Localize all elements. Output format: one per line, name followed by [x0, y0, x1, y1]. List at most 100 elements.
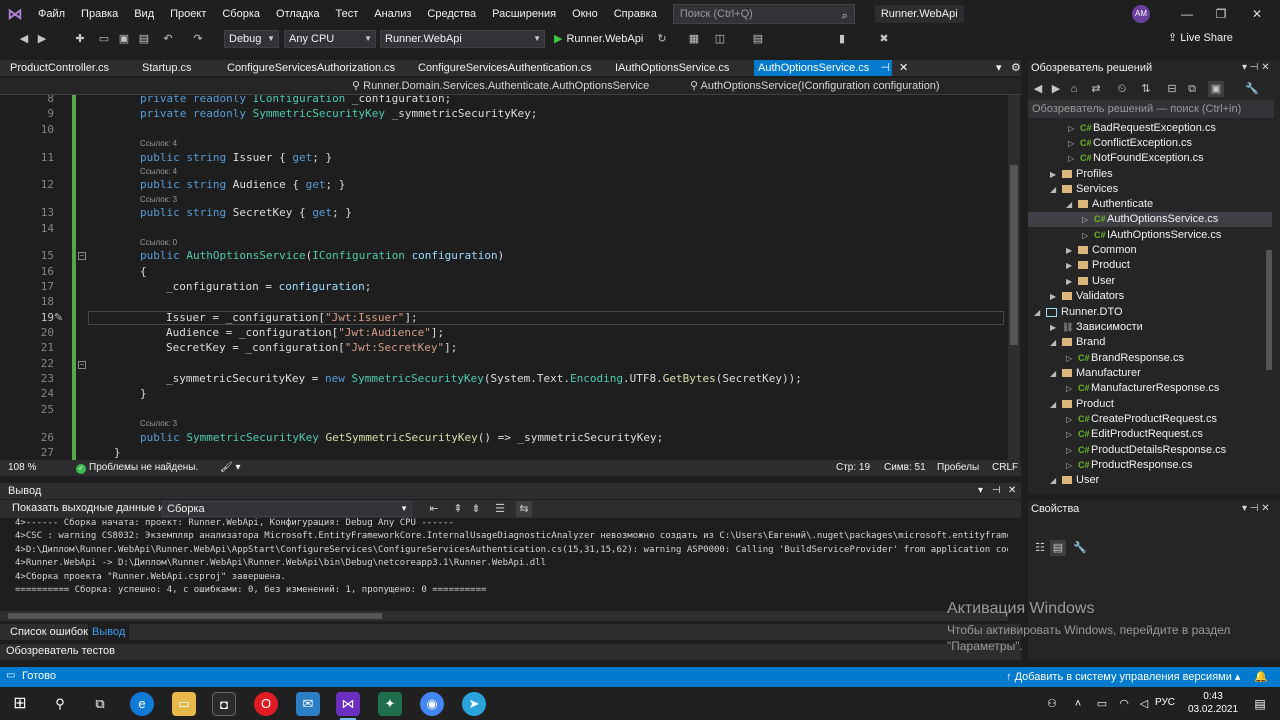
home-icon[interactable]: ⌂ [1066, 81, 1082, 97]
expand-icon[interactable]: ▶ [1066, 258, 1078, 273]
expand-icon[interactable]: ▷ [1068, 136, 1080, 151]
avatar[interactable]: AM [1132, 5, 1150, 23]
expand-icon[interactable]: ▶ [1050, 167, 1062, 182]
tree-item[interactable]: ◢ Brand [1050, 335, 1105, 350]
menu-debug[interactable]: Отладка [268, 0, 327, 28]
edge-icon[interactable]: e [130, 692, 154, 716]
tree-item[interactable]: ◢ Manufacturer [1050, 366, 1141, 381]
previous-message-icon[interactable]: ⇞ [450, 501, 466, 517]
output-scrollbar[interactable] [0, 611, 1008, 621]
codelens-references[interactable]: Ссылок: 4 [140, 167, 177, 176]
notifications-icon[interactable]: 🔔 [1254, 670, 1268, 683]
search-input[interactable]: Поиск (Ctrl+Q) ⌕ [672, 4, 855, 24]
forward-icon[interactable]: ▶ [34, 31, 50, 47]
close-tab-icon[interactable]: ✕ [899, 62, 908, 74]
collapse-icon[interactable]: ◢ [1034, 305, 1046, 320]
app-icon[interactable]: ✦ [378, 692, 402, 716]
platform-select[interactable]: Any CPU ▼ [284, 30, 376, 48]
tree-item[interactable]: ▷ C#BrandResponse.cs [1066, 351, 1184, 366]
expand-icon[interactable]: ▷ [1068, 121, 1080, 136]
collapse-icon[interactable]: ◢ [1066, 197, 1078, 212]
chrome-icon[interactable]: ◉ [420, 692, 444, 716]
member-navigator[interactable]: ⚲ AuthOptionsService(IConfiguration conf… [690, 79, 940, 94]
tab-iauth-options-service[interactable]: IAuthOptionsService.cs [615, 60, 729, 76]
menu-help[interactable]: Справка [606, 0, 665, 28]
quick-action-icon[interactable]: ✎ [54, 311, 63, 324]
preview-icon[interactable]: ▣ [1208, 81, 1224, 97]
editor-scrollbar[interactable] [1008, 95, 1020, 460]
back-icon[interactable]: ◀ [16, 31, 32, 47]
codelens-references[interactable]: Ссылок: 3 [140, 419, 177, 428]
tree-item[interactable]: ▷ C#BadRequestException.cs [1068, 121, 1216, 136]
tab-startup[interactable]: Startup.cs [142, 60, 192, 76]
tree-item[interactable]: ▷ C#ProductDetailsResponse.cs [1066, 443, 1226, 458]
line-ending-indicator[interactable]: CRLF [992, 461, 1018, 475]
menu-extensions[interactable]: Расширения [484, 0, 564, 28]
tab-output[interactable]: Вывод [88, 624, 130, 640]
property-pages-icon[interactable]: 🔧 [1072, 540, 1088, 556]
menu-project[interactable]: Проект [162, 0, 214, 28]
brush-icon[interactable]: 🖌 ▾ [220, 461, 241, 475]
screenshot-icon[interactable]: ◫ [712, 31, 728, 47]
tree-item[interactable]: ▶ Common [1066, 243, 1137, 258]
network-icon[interactable]: ▭ [1090, 692, 1114, 716]
redo-icon[interactable]: ↷ [190, 31, 206, 47]
menu-window[interactable]: Окно [564, 0, 606, 28]
show-all-files-icon[interactable]: ⧉ [1184, 81, 1200, 97]
menu-view[interactable]: Вид [126, 0, 162, 28]
tree-item[interactable]: ▷ C#NotFoundException.cs [1068, 151, 1204, 166]
tree-item[interactable]: ◢ Authenticate [1066, 197, 1153, 212]
save-icon[interactable]: ▣ [116, 31, 132, 47]
collapse-icon[interactable]: ◢ [1050, 182, 1062, 197]
pin-icon[interactable]: ⊣ [880, 62, 890, 74]
switch-views-icon[interactable]: ⇄ [1088, 81, 1104, 97]
codelens-references[interactable]: Ссылок: 4 [140, 139, 177, 148]
refresh-icon[interactable]: ↻ [654, 31, 670, 47]
bookmark-icon[interactable]: ▮ [834, 31, 850, 47]
live-share-button[interactable]: ⇪ Live Share [1168, 31, 1233, 44]
properties-icon[interactable]: 🔧 [1244, 81, 1260, 97]
windows-start-icon[interactable]: ⊞ [8, 692, 32, 716]
tree-item[interactable]: ▷ C#ConflictException.cs [1068, 136, 1192, 151]
open-folder-icon[interactable]: ▭ [96, 31, 112, 47]
tree-item[interactable]: ◢ Runner.DTO [1034, 305, 1123, 320]
solution-search-input[interactable]: Обозреватель решений — поиск (Ctrl+in) [1028, 100, 1274, 118]
expand-icon[interactable]: ▷ [1066, 381, 1078, 396]
expand-icon[interactable]: ▶ [1050, 289, 1062, 304]
codelens-references[interactable]: Ссылок: 3 [140, 195, 177, 204]
visual-studio-icon[interactable]: ⋈ [336, 692, 360, 720]
collapse-icon[interactable]: ◢ [1050, 473, 1062, 488]
tab-auth-options-service[interactable]: AuthOptionsService.cs ⊣ ✕ [754, 60, 908, 76]
tree-item[interactable]: ▷ C#ManufacturerResponse.cs [1066, 381, 1219, 396]
menu-test[interactable]: Тест [328, 0, 367, 28]
clock[interactable]: 0:43 03.02.2021 [1188, 690, 1238, 716]
pending-changes-icon[interactable]: ⏲ [1114, 81, 1130, 97]
collapse-icon[interactable]: − [78, 361, 86, 369]
alphabetical-icon[interactable]: ▤ [1050, 540, 1066, 556]
menu-build[interactable]: Сборка [214, 0, 268, 28]
clear-all-icon[interactable]: ☰ [492, 501, 508, 517]
test-explorer-tab[interactable]: Обозреватель тестов [0, 644, 1021, 660]
expand-icon[interactable]: ▶ [1066, 274, 1078, 289]
tree-item[interactable]: ▶ Profiles [1050, 167, 1113, 182]
close-icon[interactable]: ✕ [1008, 484, 1016, 498]
tree-item[interactable]: ◢ Product [1050, 397, 1114, 412]
save-all-icon[interactable]: ▤ [136, 31, 152, 47]
problems-indicator[interactable]: ✓ Проблемы не найдены. [76, 461, 198, 475]
menu-file[interactable]: Файл [30, 0, 73, 28]
opera-icon[interactable]: O [254, 692, 278, 716]
zoom-level[interactable]: 108 % [8, 461, 36, 475]
expand-icon[interactable]: ▷ [1066, 427, 1078, 442]
tree-item[interactable]: ▷ C#IAuthOptionsService.cs [1082, 228, 1221, 243]
collapse-icon[interactable]: ◢ [1050, 335, 1062, 350]
expand-icon[interactable]: ▷ [1066, 412, 1078, 427]
menu-edit[interactable]: Правка [73, 0, 126, 28]
expand-icon[interactable]: ▷ [1066, 351, 1078, 366]
expand-icon[interactable]: ▶ [1050, 320, 1062, 335]
tree-item[interactable]: ◢ User [1050, 473, 1099, 488]
tab-error-list[interactable]: Список ошибок [10, 624, 88, 640]
expand-icon[interactable]: ▷ [1066, 458, 1078, 473]
output-source-select[interactable]: Сборка ▼ [162, 501, 412, 517]
file-explorer-icon[interactable]: ▭ [172, 692, 196, 716]
tree-item-selected[interactable]: ▷ C#AuthOptionsService.cs [1028, 212, 1272, 227]
